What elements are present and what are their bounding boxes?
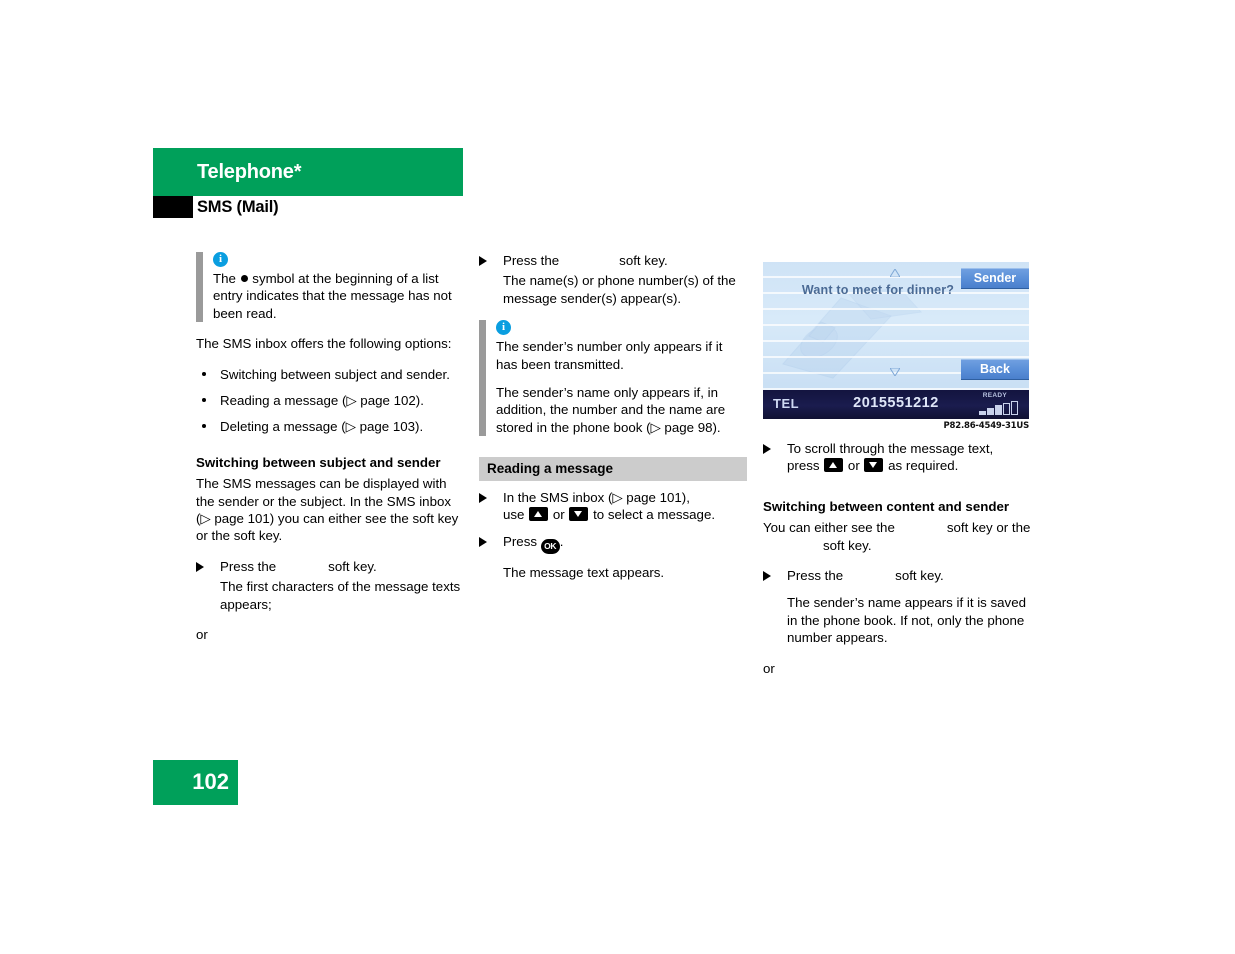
manual-page: Telephone* SMS (Mail) i The symbol at th… [0,0,1235,954]
step-text-pre: Press the [787,568,844,584]
step-line-2-post: to select a message. [593,507,716,523]
bullet-icon [202,398,206,403]
note-text-before: The [213,271,240,286]
note-accent-bar [196,252,203,323]
step-triangle-icon [479,492,487,503]
column-3: To scroll through the message text, pres… [763,440,1031,677]
step-triangle-icon [763,571,771,582]
step-press-ok: Press OK. [479,533,747,555]
unread-dot-icon [240,275,248,282]
step-result-text: The message text appears. [503,565,665,581]
step-scroll-message: To scroll through the message text, pres… [763,440,1031,475]
step-line-2-pre: use [503,507,525,523]
list-item: Switching between subject and sender. [196,366,464,383]
step-triangle-icon [763,444,771,454]
banner-reading-a-message: Reading a message [479,457,747,481]
step-press-softkey: Press the soft key. [479,252,747,269]
note-paragraph-1: The sender’s number only appears if it h… [496,339,723,372]
screen-status-bar: TEL 2015551212 READY [763,390,1029,419]
step-line-1: In the SMS inbox (▷ page 101), [503,489,690,505]
note-paragraph-2: The sender’s name only appears if, in ad… [496,385,726,435]
step-text-pre: Press the [503,253,560,268]
screen-softkey-sender[interactable]: Sender [961,268,1029,289]
info-note-unread-symbol: i The symbol at the beginning of a list … [196,252,464,323]
step-text-post: soft key. [619,253,668,268]
step-line-2-mid: or [552,507,565,523]
or-connector: or [196,627,208,643]
body-post: soft key. [823,537,872,553]
list-item: Reading a message (▷ page 102). [196,392,464,409]
step-text-post: soft key. [895,568,944,584]
figure-head-unit-screen: Want to meet for dinner? Sender Back TEL… [763,262,1029,419]
column-2: Press the soft key. The name(s) or phone … [479,252,747,595]
ok-button-icon: OK [540,539,560,555]
arrow-up-key-icon [824,458,844,473]
note-text-after: symbol at the beginning of a list entry … [213,271,452,321]
note-text: The symbol at the beginning of a list en… [213,270,464,322]
step-text-pre: Press [503,534,537,550]
step-press-softkey: Press the soft key. [196,558,464,575]
page-number-badge: 102 [153,760,238,805]
switching-body-text: The SMS messages can be displayed with t… [196,476,459,544]
scroll-down-indicator-icon [890,368,900,376]
step-text-post: soft key. [328,558,377,574]
info-icon: i [213,252,228,267]
inbox-options-list: Switching between subject and sender. Re… [196,366,464,436]
step-result-text: The sender’s name appears if it is saved… [787,595,1026,646]
screen-message-text: Want to meet for dinner? [801,283,955,297]
step-select-message: In the SMS inbox (▷ page 101), use or to… [479,489,747,524]
inbox-options-intro: The SMS inbox offers the following optio… [196,336,452,352]
screen-softkey-back[interactable]: Back [961,359,1029,380]
section-marker-block [153,196,193,218]
step-press-softkey: Press the soft key. [763,567,1031,584]
column-1: i The symbol at the beginning of a list … [196,252,464,644]
info-icon: i [496,320,511,336]
subheading-switching-subject-sender: Switching between subject and sender [196,454,441,470]
list-item-label: Reading a message (▷ page 102). [220,393,424,409]
body-mid: soft key or the [946,520,1031,536]
info-note-sender-details: i The sender’s number only appears if it… [479,320,747,437]
step-result-text: The name(s) or phone number(s) of the me… [503,273,736,306]
step-triangle-icon [196,561,204,572]
step-text-pre: Press the [220,558,277,574]
section-subtitle: SMS (Mail) [197,198,279,216]
status-ready-label: READY [982,392,1007,399]
list-item-label: Deleting a message (▷ page 103). [220,419,424,435]
step-line-2-post: as required. [888,458,959,474]
arrow-down-key-icon [864,458,884,473]
step-line-1: To scroll through the message text, [787,441,994,456]
signal-strength-icon [979,401,1021,415]
figure-caption: P82.86-4549-31US [943,421,1030,431]
step-line-2-pre: press [787,458,820,474]
arrow-down-key-icon [569,507,589,522]
body-pre: You can either see the [763,520,895,536]
page-number: 102 [192,769,229,794]
page-title: Telephone* [197,161,302,183]
bullet-icon [202,424,206,429]
arrow-up-key-icon [529,507,549,522]
step-text-post: . [559,534,564,550]
screen-content-area: Want to meet for dinner? Sender Back [763,262,1029,390]
scroll-up-indicator-icon [890,269,900,277]
page-header-banner: Telephone* [153,148,463,196]
step-triangle-icon [479,256,487,266]
list-item: Deleting a message (▷ page 103). [196,418,464,435]
step-triangle-icon [479,537,487,548]
note-accent-bar [479,320,486,437]
switching-content-body: You can either see the soft key or the sof… [763,519,1031,554]
subheading-switching-content-sender: Switching between content and sender [763,498,1010,514]
or-connector: or [763,660,775,676]
list-item-label: Switching between subject and sender. [220,366,450,382]
step-result-text: The first characters of the message text… [220,579,461,612]
step-line-2-mid: or [847,458,860,474]
bullet-icon [202,371,206,376]
